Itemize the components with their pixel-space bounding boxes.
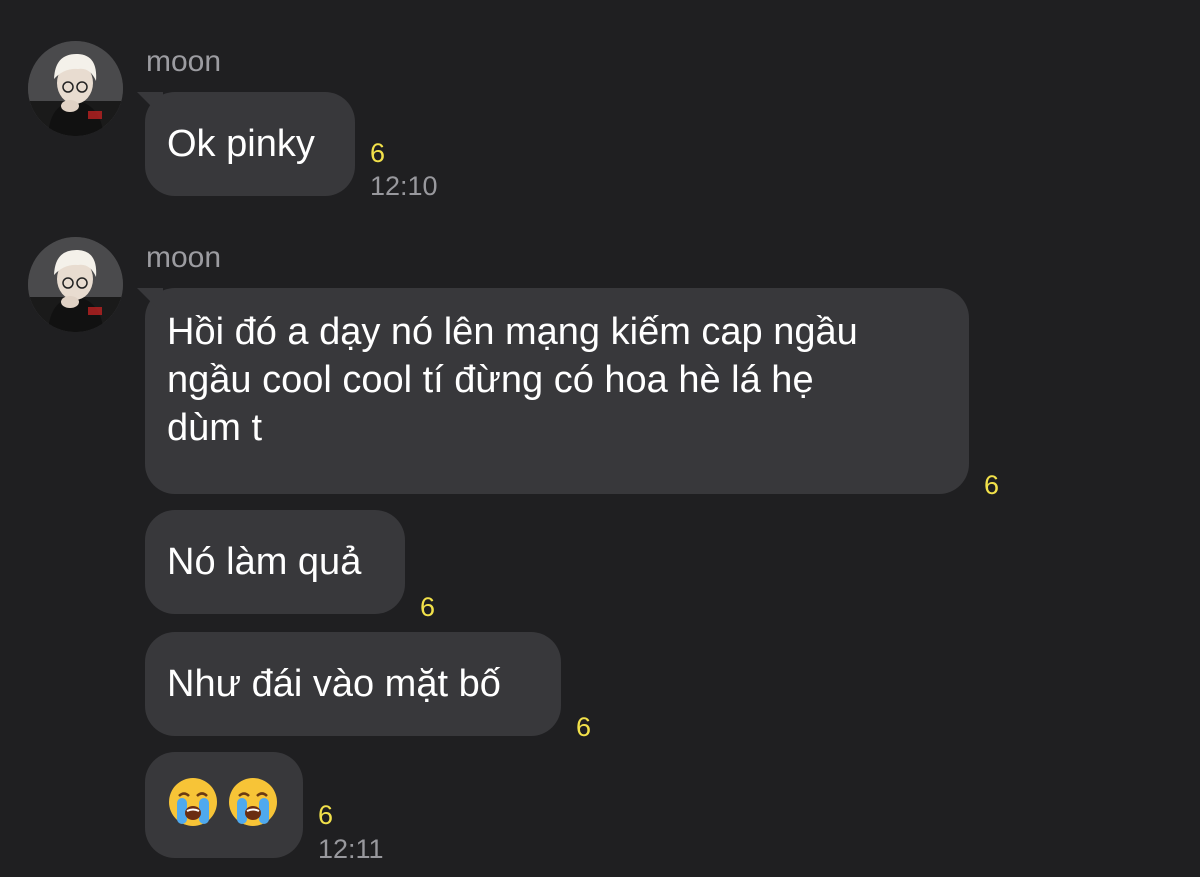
message-time: 12:11 <box>318 834 384 864</box>
message-text: Ok pinky <box>167 123 315 165</box>
loudly-crying-face-icon <box>169 778 217 826</box>
read-count: 6 <box>420 592 436 622</box>
message-time: 12:10 <box>370 171 438 201</box>
read-count: 6 <box>984 470 1000 500</box>
read-count: 6 <box>370 138 386 168</box>
emoji-row <box>167 776 303 828</box>
message-bubble[interactable]: Như đái vào mặt bố <box>145 632 561 736</box>
avatar[interactable] <box>28 41 123 136</box>
sender-name: moon <box>146 45 222 78</box>
read-count: 6 <box>318 800 334 830</box>
sender-name: moon <box>146 241 222 274</box>
read-count: 6 <box>576 712 592 742</box>
message-bubble[interactable] <box>145 752 303 858</box>
message-text: Nó làm quả <box>167 541 362 583</box>
message-text: Như đái vào mặt bố <box>167 663 501 705</box>
message-bubble[interactable]: Ok pinky <box>145 92 355 196</box>
message-bubble[interactable]: Nó làm quả <box>145 510 405 614</box>
loudly-crying-face-icon <box>229 778 277 826</box>
message-text: Hồi đó a dạy nó lên mạng kiếm cap ngầu n… <box>167 311 858 449</box>
message-bubble[interactable]: Hồi đó a dạy nó lên mạng kiếm cap ngầu n… <box>145 288 969 494</box>
chat-thread[interactable]: moon Ok pinky 6 12:10 moon Hồi đó a dạy … <box>0 0 1200 877</box>
avatar[interactable] <box>28 237 123 332</box>
